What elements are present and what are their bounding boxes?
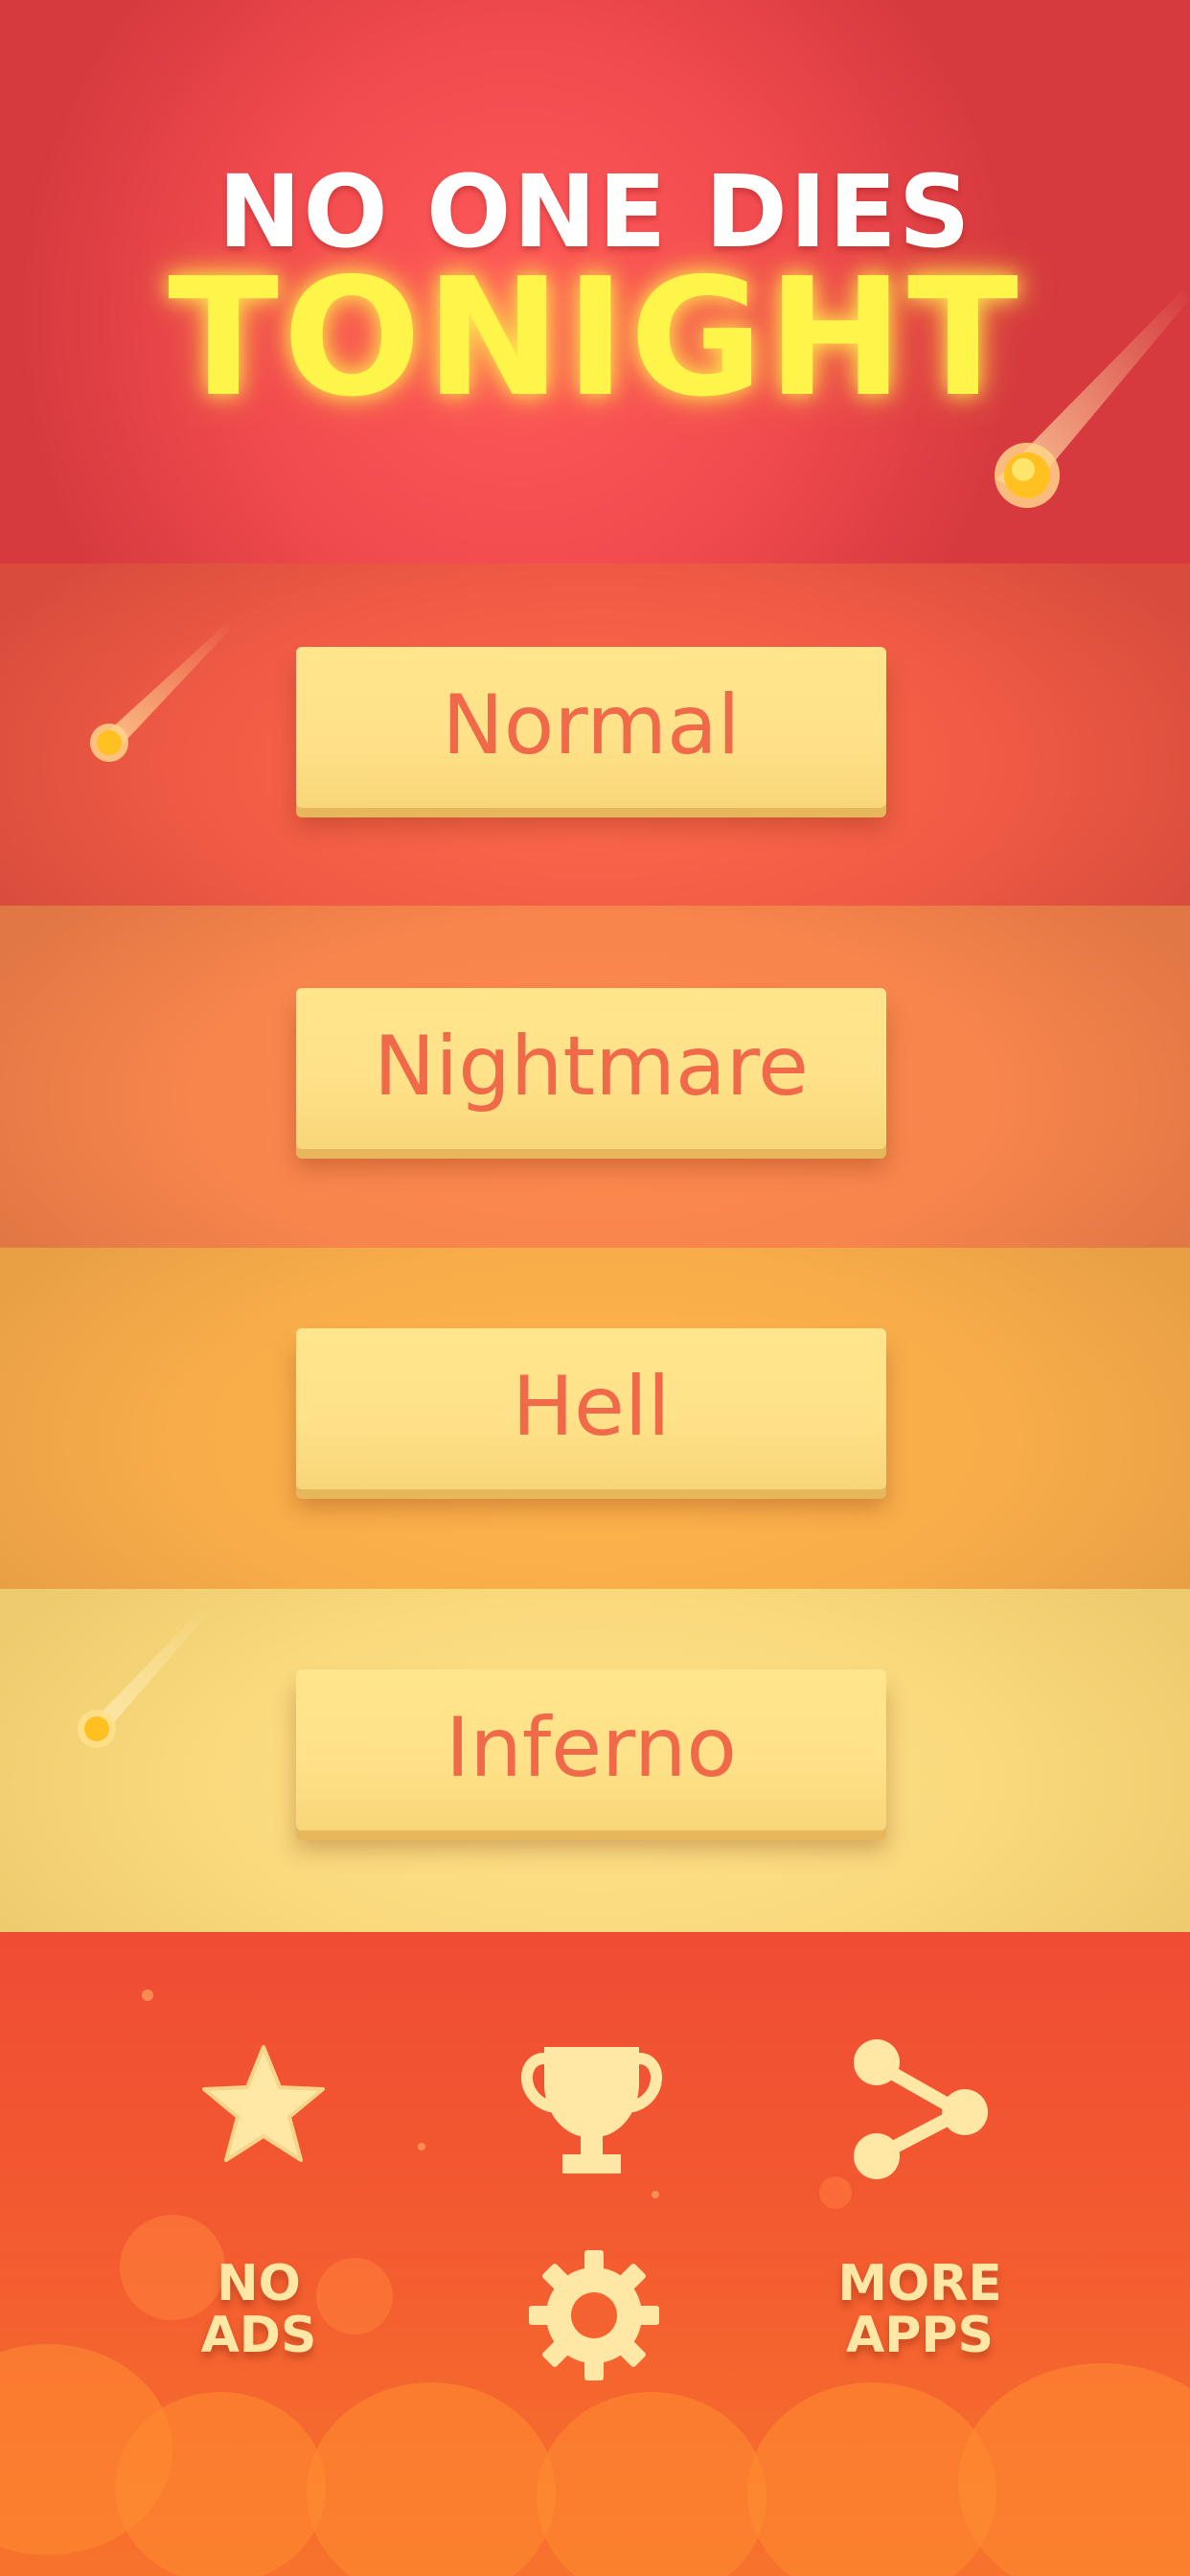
hell-button[interactable]: Hell <box>296 1328 886 1489</box>
trophy-icon[interactable] <box>517 2039 666 2183</box>
title-banner: NO ONE DIES TONIGHT <box>0 0 1190 564</box>
ember-decoration <box>652 2191 659 2198</box>
comet-decoration <box>78 1604 212 1748</box>
cloud-decoration <box>307 2382 556 2576</box>
cloud-decoration <box>537 2392 767 2576</box>
comet-decoration <box>995 289 1190 508</box>
normal-button[interactable]: Normal <box>296 647 886 808</box>
cloud-decoration <box>958 2363 1190 2576</box>
no-ads-button[interactable]: NO ADS <box>182 2258 335 2361</box>
more-apps-button[interactable]: MORE APPS <box>829 2258 1011 2361</box>
cloud-decoration <box>115 2392 326 2576</box>
difficulty-band-nightmare: Nightmare <box>0 906 1190 1248</box>
ember-decoration <box>418 2143 425 2150</box>
nightmare-button-label: Nightmare <box>374 1019 809 1115</box>
normal-button-label: Normal <box>442 678 741 773</box>
difficulty-band-inferno: Inferno <box>0 1589 1190 1932</box>
share-icon[interactable] <box>848 2036 994 2184</box>
gear-icon[interactable] <box>527 2248 661 2382</box>
star-icon[interactable] <box>196 2039 331 2169</box>
comet-decoration <box>90 622 232 762</box>
ember-decoration <box>819 2176 852 2209</box>
difficulty-band-normal: Normal <box>0 564 1190 906</box>
nightmare-button[interactable]: Nightmare <box>296 988 886 1149</box>
ember-decoration <box>142 1990 153 2001</box>
hell-button-label: Hell <box>512 1359 671 1455</box>
inferno-button[interactable]: Inferno <box>296 1669 886 1830</box>
main-menu-panel: NO ADS MORE APPS <box>0 1932 1190 2576</box>
difficulty-band-hell: Hell <box>0 1248 1190 1589</box>
inferno-button-label: Inferno <box>445 1700 738 1796</box>
